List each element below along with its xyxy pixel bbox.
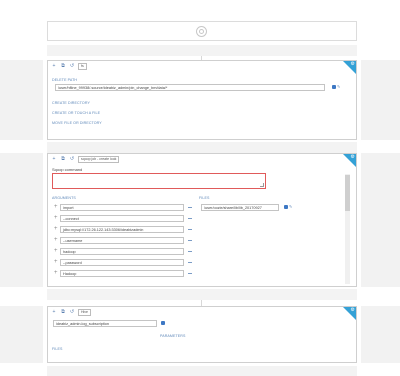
delete-path-checkbox[interactable] [332, 85, 336, 89]
start-node [47, 21, 357, 41]
delete-path-label: DELETE PATH [52, 78, 78, 82]
remove-argument-icon[interactable] [188, 262, 192, 263]
arguments-label: ARGUMENTS [52, 196, 76, 200]
argument-input[interactable]: jdbc:mysql://172.26.122.143:3306/ideabiz… [60, 226, 184, 233]
add-argument-icon[interactable]: + [54, 237, 58, 243]
hive-files-label: FILES [52, 347, 63, 351]
argument-input[interactable]: hadoop [60, 248, 184, 255]
fs-action-type-icon: ⚙ [350, 61, 355, 67]
remove-argument-icon[interactable] [188, 240, 192, 241]
remove-argument-icon[interactable] [188, 251, 192, 252]
right-dropzone [361, 60, 400, 140]
start-circle-icon[interactable] [196, 26, 207, 37]
right-dropzone-3 [361, 306, 400, 363]
hive-action-node: + ⧉ ↺ Hive ⚙ ideabiz_admin.log_subscript… [47, 306, 357, 363]
files-label: FILES [199, 196, 210, 200]
sqoop-action-type-icon: ⚙ [350, 154, 355, 160]
argument-input[interactable]: --connect [60, 215, 184, 222]
sqoop-command-label: Sqoop command [52, 167, 83, 172]
add-argument-icon[interactable]: + [54, 259, 58, 265]
undo-icon[interactable]: ↺ [69, 156, 75, 162]
hive-action-name[interactable]: Hive [78, 308, 92, 316]
scrollbar-track[interactable] [345, 174, 350, 284]
argument-input[interactable]: import [60, 204, 184, 211]
connector-2 [47, 142, 357, 153]
argument-input[interactable]: Hadoop [60, 270, 184, 277]
remove-argument-icon[interactable] [188, 207, 192, 208]
copy-icon[interactable]: ⧉ [60, 156, 66, 162]
edit-icon[interactable]: ✎ [337, 84, 340, 89]
move-file-link[interactable]: MOVE FILE OR DIRECTORY [52, 121, 102, 125]
fs-action-node: + ⧉ ↺ fs ⚙ DELETE PATH /user/hfline_9993… [47, 60, 357, 140]
copy-icon[interactable]: ⧉ [60, 309, 66, 315]
add-icon[interactable]: + [51, 63, 57, 69]
hive-script-checkbox[interactable] [161, 321, 165, 325]
remove-argument-icon[interactable] [188, 273, 192, 274]
parameters-label: PARAMETERS [160, 334, 186, 338]
create-directory-link[interactable]: CREATE DIRECTORY [52, 101, 90, 105]
add-icon[interactable]: + [51, 309, 57, 315]
remove-argument-icon[interactable] [188, 218, 192, 219]
connector-1 [47, 45, 357, 56]
connector-4 [47, 366, 357, 376]
resize-handle-icon[interactable] [260, 183, 264, 187]
remove-argument-icon[interactable] [188, 229, 192, 230]
add-argument-icon[interactable]: + [54, 226, 58, 232]
hive-action-header: + ⧉ ↺ Hive [48, 307, 356, 317]
fs-action-name[interactable]: fs [78, 62, 87, 70]
sqoop-action-name[interactable]: sqoop job - create look [78, 155, 120, 163]
file-checkbox[interactable] [284, 205, 288, 209]
sqoop-action-node: + ⧉ ↺ sqoop job - create look ⚙ Sqoop co… [47, 153, 357, 287]
undo-icon[interactable]: ↺ [69, 63, 75, 69]
copy-icon[interactable]: ⧉ [60, 63, 66, 69]
left-dropzone-3 [0, 306, 43, 363]
left-dropzone-2 [0, 153, 43, 287]
sqoop-action-header: + ⧉ ↺ sqoop job - create look [48, 154, 356, 164]
undo-icon[interactable]: ↺ [69, 309, 75, 315]
connector-3 [47, 289, 357, 300]
add-argument-icon[interactable]: + [54, 204, 58, 210]
right-dropzone-2 [361, 153, 400, 287]
delete-path-input[interactable]: /user/hfline_99938/.source/ideabiz_admin… [55, 84, 325, 91]
add-argument-icon[interactable]: + [54, 248, 58, 254]
fs-action-header: + ⧉ ↺ fs [48, 61, 356, 71]
edit-icon[interactable]: ✎ [289, 204, 292, 209]
argument-input[interactable]: --username [60, 237, 184, 244]
hive-action-type-icon: ⚙ [350, 307, 355, 313]
hive-script-input[interactable]: ideabiz_admin.log_subscription [53, 320, 157, 327]
add-argument-icon[interactable]: + [54, 215, 58, 221]
create-touch-file-link[interactable]: CREATE OR TOUCH A FILE [52, 111, 100, 115]
add-icon[interactable]: + [51, 156, 57, 162]
add-argument-icon[interactable]: + [54, 270, 58, 276]
scrollbar-thumb[interactable] [345, 175, 350, 211]
argument-input[interactable]: --password [60, 259, 184, 266]
file-input[interactable]: /user/oozie/share/lib/lib_20170927 [201, 204, 279, 211]
left-dropzone [0, 60, 43, 140]
sqoop-command-input[interactable] [52, 173, 266, 189]
